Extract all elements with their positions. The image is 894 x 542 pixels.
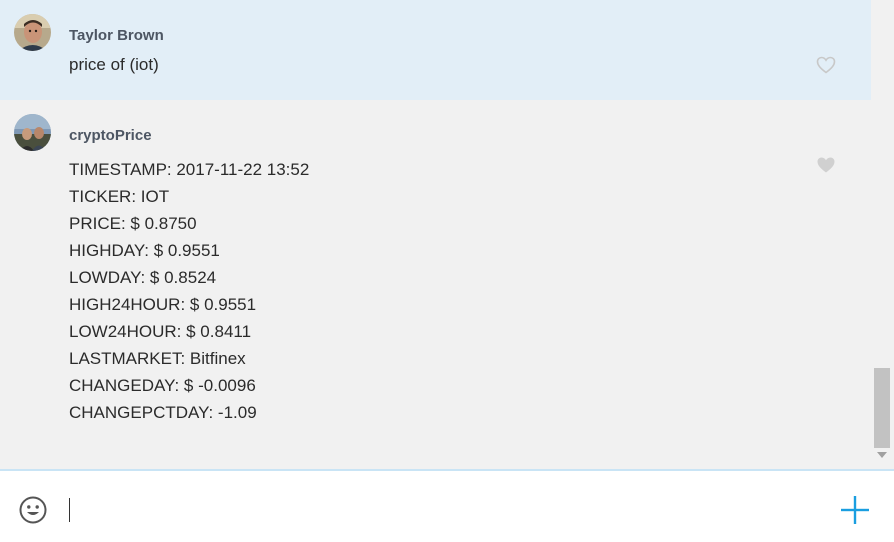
message-composer (0, 469, 894, 542)
scroll-down-arrow-icon[interactable] (877, 452, 887, 458)
plus-icon[interactable] (838, 493, 872, 527)
chat-scrollbar[interactable] (871, 0, 894, 469)
line-highday: HIGHDAY: $ 0.9551 (69, 241, 220, 260)
avatar-cryptoprice[interactable] (14, 114, 51, 151)
text-caret (69, 498, 70, 522)
emoji-smile-icon[interactable] (18, 495, 48, 525)
line-changepctday: CHANGEPCTDAY: -1.09 (69, 403, 257, 422)
message-text: price of (iot) (69, 55, 159, 74)
line-low24hour: LOW24HOUR: $ 0.8411 (69, 322, 252, 341)
scrollbar-thumb[interactable] (874, 368, 890, 448)
line-lastmarket: LASTMARKET: Bitfinex (69, 349, 246, 368)
line-price: PRICE: $ 0.8750 (69, 214, 197, 233)
heart-filled-icon[interactable] (816, 156, 836, 174)
heart-outline-icon[interactable] (816, 56, 836, 74)
message-input[interactable] (66, 489, 806, 529)
message-taylor-brown: Taylor Brown price of (iot) (0, 0, 871, 100)
message-text: TIMESTAMP: 2017-11-22 13:52 TICKER: IOT … (69, 156, 309, 426)
line-ticker: TICKER: IOT (69, 187, 170, 206)
line-lowday: LOWDAY: $ 0.8524 (69, 268, 217, 287)
chat-history: Taylor Brown price of (iot) cryptoPrice … (0, 0, 871, 469)
sender-name[interactable]: cryptoPrice (69, 127, 152, 144)
sender-name[interactable]: Taylor Brown (69, 27, 164, 44)
line-timestamp: TIMESTAMP: 2017-11-22 13:52 (69, 160, 310, 179)
message-cryptoprice: cryptoPrice TIMESTAMP: 2017-11-22 13:52 … (0, 100, 871, 469)
line-high24hour: HIGH24HOUR: $ 0.9551 (69, 295, 257, 314)
avatar-taylor-brown[interactable] (14, 14, 51, 51)
line-changeday: CHANGEDAY: $ -0.0096 (69, 376, 256, 395)
